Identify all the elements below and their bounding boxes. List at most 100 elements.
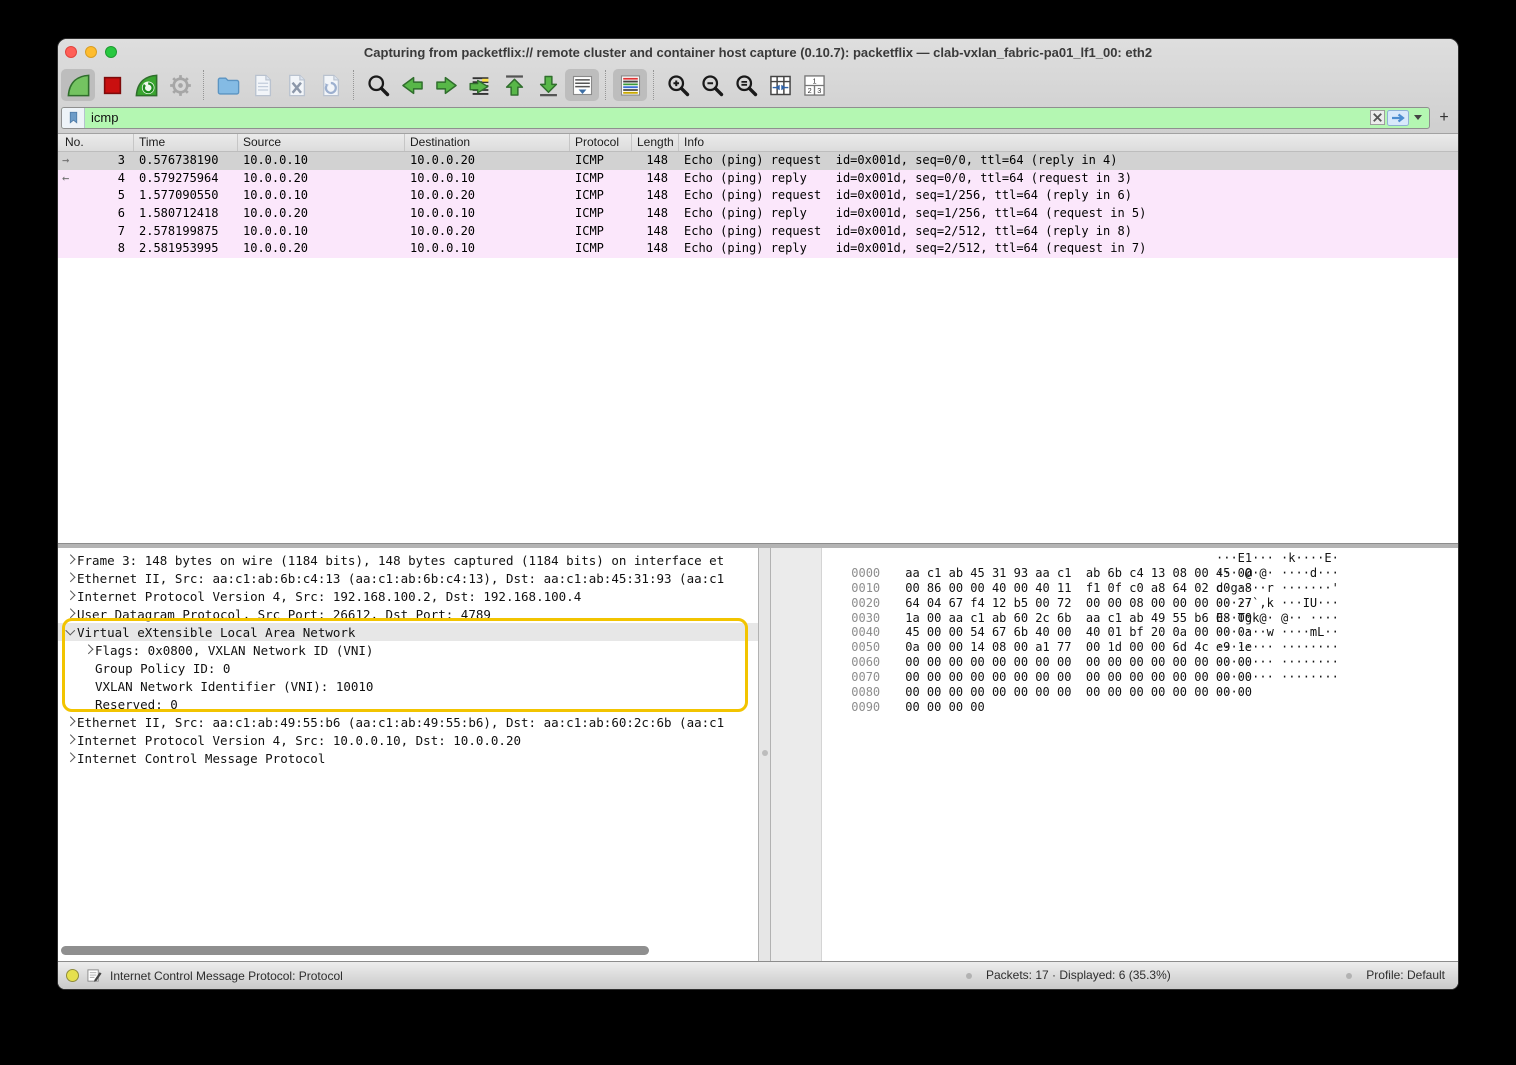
detail-row[interactable]: Ethernet II, Src: aa:c1:ab:6b:c4:13 (aa:… [58, 569, 758, 587]
filter-add-button[interactable]: + [1436, 110, 1452, 126]
close-window-button[interactable] [65, 46, 77, 58]
hex-ascii[interactable]: ····@·@· ····d··· [1216, 566, 1339, 581]
auto-scroll-button[interactable] [565, 69, 599, 101]
column-header-source[interactable]: Source [238, 134, 405, 151]
colorize-packets-button[interactable] [613, 69, 647, 101]
capture-options-button[interactable] [163, 69, 197, 101]
filter-dropdown-caret[interactable] [1414, 115, 1422, 120]
hex-ascii[interactable]: ········ ········ [1216, 640, 1339, 655]
hex-ascii[interactable]: ········ ········ [1216, 670, 1339, 685]
detail-row[interactable]: VXLAN Network Identifier (VNI): 10010 [58, 677, 758, 695]
hex-row[interactable]: 004045 00 00 54 67 6b 40 00 40 01 bf 20 … [771, 611, 1458, 626]
packet-row[interactable]: 5 1.577090550 10.0.0.10 10.0.0.20 ICMP 1… [58, 187, 1458, 205]
filter-apply-icon[interactable] [1387, 110, 1409, 126]
expander-icon[interactable] [64, 608, 77, 620]
expander-icon[interactable] [82, 644, 95, 656]
packet-row[interactable]: 7 2.578199875 10.0.0.10 10.0.0.20 ICMP 1… [58, 223, 1458, 241]
hex-dump-pane: 0000aa c1 ab 45 31 93 aa c1 ab 6b c4 13 … [771, 548, 1458, 961]
detail-row[interactable]: Internet Control Message Protocol [58, 749, 758, 767]
go-first-packet-button[interactable] [497, 69, 531, 101]
hex-row[interactable]: 009000 00 00 00 ···· [771, 685, 1458, 700]
hex-row[interactable]: 006000 00 00 00 00 00 00 00 00 00 00 00 … [771, 640, 1458, 655]
hex-ascii[interactable]: ···· [1216, 685, 1245, 700]
resize-columns-button[interactable] [763, 69, 797, 101]
detail-row[interactable]: Internet Protocol Version 4, Src: 192.16… [58, 587, 758, 605]
detail-row[interactable]: Virtual eXtensible Local Area Network [58, 623, 758, 641]
hex-row[interactable]: 001000 86 00 00 40 00 40 11 f1 0f c0 a8 … [771, 566, 1458, 581]
detail-row[interactable]: Group Policy ID: 0 [58, 659, 758, 677]
direction-marker: ← [62, 170, 69, 188]
detail-row[interactable]: Flags: 0x0800, VXLAN Network ID (VNI) [58, 641, 758, 659]
expander-icon[interactable] [64, 554, 77, 566]
expander-icon[interactable] [82, 662, 95, 674]
packet-row[interactable]: 4← 0.579275964 10.0.0.20 10.0.0.10 ICMP … [58, 170, 1458, 188]
packet-row[interactable]: 3→ 0.576738190 10.0.0.10 10.0.0.20 ICMP … [58, 152, 1458, 170]
folder-open-icon [215, 72, 242, 99]
hex-ascii[interactable]: ···E1··· ·k····E· [1216, 551, 1339, 566]
expander-icon[interactable] [64, 626, 77, 638]
expander-icon[interactable] [64, 752, 77, 764]
capture-comment-icon[interactable] [87, 968, 102, 983]
hex-row[interactable]: 002064 04 67 f4 12 b5 00 72 00 00 08 00 … [771, 581, 1458, 596]
restart-capture-button[interactable] [129, 69, 163, 101]
display-filter-input[interactable] [85, 108, 1370, 128]
column-header-length[interactable]: Length [632, 134, 679, 151]
status-bar: Internet Control Message Protocol: Proto… [58, 962, 1458, 989]
packet-row[interactable]: 8 2.581953995 10.0.0.20 10.0.0.10 ICMP 1… [58, 240, 1458, 258]
packet-row[interactable]: 6 1.580712418 10.0.0.20 10.0.0.10 ICMP 1… [58, 205, 1458, 223]
detail-row[interactable]: User Datagram Protocol, Src Port: 26612,… [58, 605, 758, 623]
start-capture-button[interactable] [61, 69, 95, 101]
stop-capture-button[interactable] [95, 69, 129, 101]
detail-row[interactable]: Internet Protocol Version 4, Src: 10.0.0… [58, 731, 758, 749]
hex-row[interactable]: 00500a 00 00 14 08 00 a1 77 00 1d 00 00 … [771, 625, 1458, 640]
detail-row[interactable]: Reserved: 0 [58, 695, 758, 713]
expander-icon[interactable] [82, 680, 95, 692]
detail-horizontal-scrollbar[interactable] [61, 946, 649, 955]
column-header-destination[interactable]: Destination [405, 134, 570, 151]
hex-bytes[interactable]: 00 00 00 00 [905, 700, 984, 714]
layout-panes-button[interactable]: 123 [797, 69, 831, 101]
zoom-in-button[interactable] [661, 69, 695, 101]
title-bar[interactable]: Capturing from packetflix:// remote clus… [58, 39, 1458, 65]
expander-icon[interactable] [64, 734, 77, 746]
expander-icon[interactable] [64, 572, 77, 584]
hex-row[interactable]: 00301a 00 aa c1 ab 60 2c 6b aa c1 ab 49 … [771, 596, 1458, 611]
filter-bookmark-icon[interactable] [62, 108, 85, 128]
hex-ascii[interactable]: d·g····r ·······' [1216, 581, 1339, 596]
expander-icon[interactable] [64, 716, 77, 728]
hex-ascii[interactable]: ·····`,k ···IU··· [1216, 596, 1339, 611]
hex-row[interactable]: 008000 00 00 00 00 00 00 00 00 00 00 00 … [771, 670, 1458, 685]
hex-row[interactable]: 007000 00 00 00 00 00 00 00 00 00 00 00 … [771, 655, 1458, 670]
detail-row[interactable]: Frame 3: 148 bytes on wire (1184 bits), … [58, 551, 758, 569]
hex-ascii[interactable]: ········ ········ [1216, 655, 1339, 670]
sharkfin-start-icon [65, 72, 92, 99]
column-header-info[interactable]: Info [679, 134, 1458, 151]
go-back-button[interactable] [395, 69, 429, 101]
zoom-100-button[interactable] [729, 69, 763, 101]
zoom-window-button[interactable] [105, 46, 117, 58]
open-file-button[interactable] [211, 69, 245, 101]
hex-ascii[interactable]: ·······w ····mL·· [1216, 625, 1339, 640]
vertical-pane-splitter[interactable] [758, 548, 771, 961]
go-forward-button[interactable] [429, 69, 463, 101]
column-header-no[interactable]: No. [58, 134, 134, 151]
column-header-time[interactable]: Time [134, 134, 238, 151]
toolbar-separator [203, 70, 205, 100]
display-filter-field[interactable] [61, 107, 1430, 129]
column-header-protocol[interactable]: Protocol [570, 134, 632, 151]
profile-label[interactable]: Profile: Default [1366, 962, 1445, 989]
hex-ascii[interactable]: E··Tgk@· @·· ···· [1216, 611, 1339, 626]
detail-row[interactable]: Ethernet II, Src: aa:c1:ab:49:55:b6 (aa:… [58, 713, 758, 731]
sharkfin-restart-icon [133, 72, 160, 99]
filter-clear-icon[interactable] [1370, 110, 1385, 125]
expander-icon[interactable] [64, 590, 77, 602]
go-last-packet-button[interactable] [531, 69, 565, 101]
find-packet-button[interactable] [361, 69, 395, 101]
colorize-icon [617, 72, 644, 99]
expander-icon[interactable] [82, 698, 95, 710]
zoom-out-button[interactable] [695, 69, 729, 101]
hex-row[interactable]: 0000aa c1 ab 45 31 93 aa c1 ab 6b c4 13 … [771, 551, 1458, 566]
minimize-window-button[interactable] [85, 46, 97, 58]
expert-info-icon[interactable] [66, 969, 79, 982]
go-to-packet-button[interactable] [463, 69, 497, 101]
